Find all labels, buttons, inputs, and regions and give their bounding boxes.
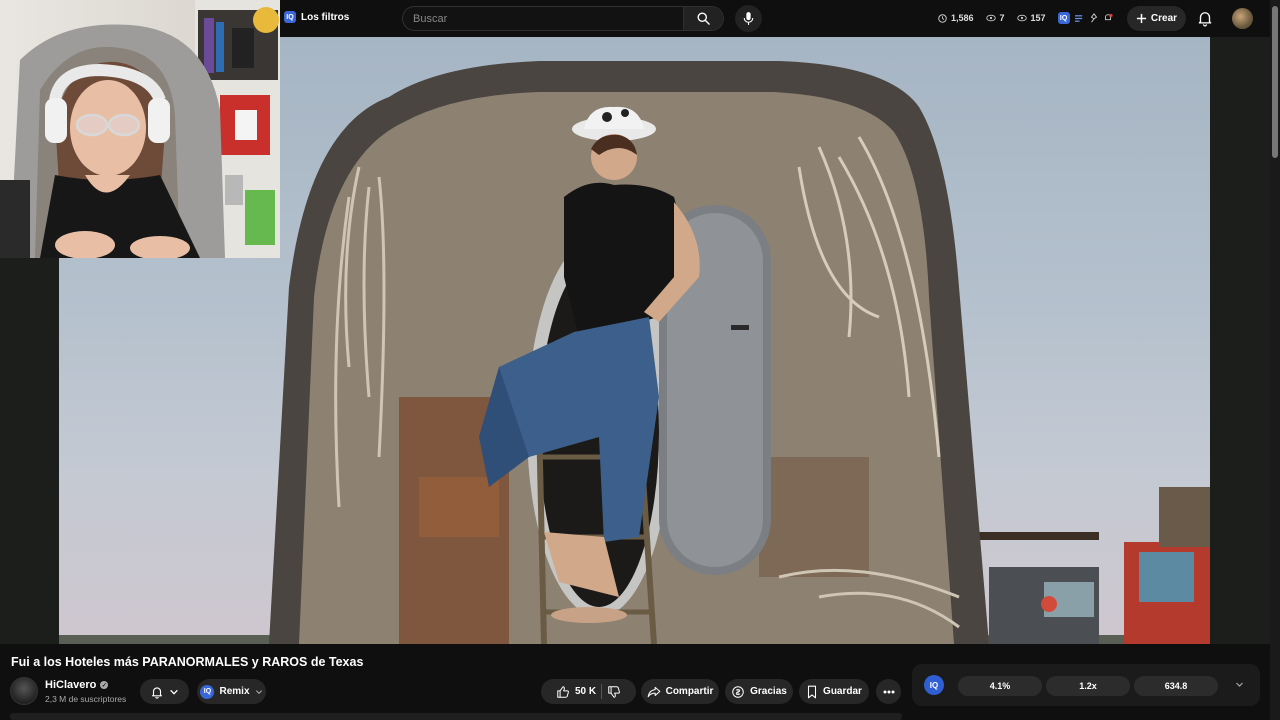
metric-engagement: 4.1% [958, 676, 1042, 696]
bookmark-icon [808, 685, 817, 698]
thumbs-down-icon[interactable] [607, 685, 621, 699]
analytics-panel: IQ 4.1% 1.2x 634.8 [912, 664, 1260, 706]
user-avatar[interactable] [1232, 8, 1253, 29]
microphone-icon [743, 12, 754, 25]
like-count: 50 K [574, 686, 597, 697]
metric-score: 634.8 [1134, 676, 1218, 696]
filters-button[interactable]: IQ Los filtros [284, 11, 349, 23]
filters-label: Los filtros [301, 11, 350, 23]
metric-multiplier: 1.2x [1046, 676, 1130, 696]
clock-icon [938, 13, 947, 23]
playlist-icon[interactable] [1074, 14, 1085, 23]
pin-icon[interactable] [1089, 13, 1099, 23]
views-count: 1,586 [951, 13, 974, 23]
share-icon [647, 686, 660, 697]
watching-icon [1016, 14, 1027, 22]
create-button[interactable]: Crear [1127, 6, 1186, 31]
iq-badge: IQ [284, 11, 296, 23]
like-dislike-group: 50 K [541, 679, 636, 704]
streamer-camera-feed [0, 0, 280, 258]
video-title: Fui a los Hoteles más PARANORMALES y RAR… [11, 655, 364, 669]
eye-count: 7 [999, 13, 1005, 23]
like-button[interactable]: 50 K [556, 685, 596, 699]
more-actions-button[interactable] [876, 679, 901, 704]
page-scrollbar[interactable] [1270, 0, 1280, 720]
share-button[interactable]: Compartir [641, 679, 719, 704]
voice-search-button[interactable] [735, 5, 762, 32]
save-button[interactable]: Guardar [799, 679, 869, 704]
remix-label: Remix [219, 686, 250, 697]
chevron-down-icon [255, 689, 262, 694]
panel-iq-icon[interactable]: IQ [924, 675, 944, 695]
share-label: Compartir [665, 686, 714, 697]
verified-icon: ✓ [100, 681, 109, 689]
plus-icon [1136, 13, 1147, 24]
remix-button[interactable]: IQ Remix [197, 679, 266, 704]
subscription-bell-button[interactable] [140, 679, 189, 704]
video-letterbox-left [0, 258, 59, 644]
scrollbar-thumb[interactable] [1272, 6, 1278, 158]
extension-stats: 1,586 7 157 IQ [938, 12, 1113, 24]
iq-extension-icon[interactable]: IQ [1057, 12, 1070, 24]
eye-icon [985, 14, 996, 22]
thanks-button[interactable]: Gracias [725, 679, 793, 704]
more-horizontal-icon [883, 690, 894, 693]
video-letterbox-right [1210, 37, 1270, 644]
webcam-overlay [0, 0, 280, 258]
watching-count: 157 [1030, 13, 1046, 23]
search-button[interactable] [683, 7, 723, 30]
channel-avatar[interactable] [10, 677, 38, 705]
channel-name-link[interactable]: HiClavero ✓ [45, 679, 109, 691]
chevron-down-icon[interactable] [1235, 680, 1244, 689]
save-label: Guardar [823, 686, 862, 697]
alert-bell-icon[interactable] [1103, 13, 1113, 23]
channel-name: HiClavero [45, 679, 97, 691]
notifications-bell-icon[interactable] [1196, 9, 1214, 27]
search-box [402, 6, 724, 31]
search-icon [697, 12, 710, 25]
description-box-edge [10, 713, 902, 720]
subscriber-count: 2,3 M de suscriptores [45, 694, 127, 704]
remix-iq-icon: IQ [200, 684, 215, 699]
thanks-label: Gracias [750, 686, 787, 697]
like-divider [601, 684, 603, 699]
chevron-down-icon [170, 689, 178, 695]
thanks-icon [732, 685, 744, 698]
bell-icon [152, 686, 162, 699]
search-input[interactable] [403, 7, 683, 30]
thumbs-up-icon [557, 685, 569, 698]
create-label: Crear [1150, 13, 1178, 24]
